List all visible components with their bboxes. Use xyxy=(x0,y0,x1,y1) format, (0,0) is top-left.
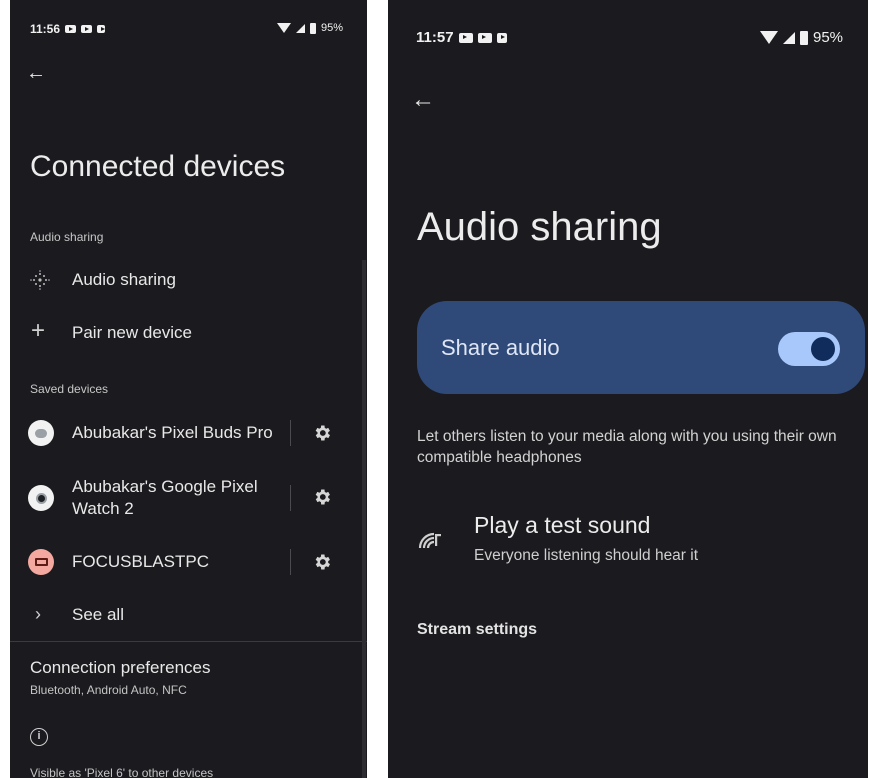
scrollbar[interactable] xyxy=(362,260,366,778)
see-all-item[interactable]: › See all xyxy=(10,595,362,635)
divider xyxy=(290,485,291,511)
laptop-icon xyxy=(28,549,54,575)
cellular-icon xyxy=(783,31,795,44)
play-test-sound-item[interactable]: Play a test sound Everyone listening sho… xyxy=(388,508,868,572)
earbuds-icon xyxy=(28,420,54,446)
wifi-icon xyxy=(277,23,291,33)
visibility-text: Visible as 'Pixel 6' to other devices xyxy=(30,766,214,778)
status-time: 11:57 xyxy=(416,29,454,46)
connection-preferences-title: Connection preferences xyxy=(30,658,211,677)
section-header-saved: Saved devices xyxy=(30,382,109,396)
page-title: Connected devices xyxy=(30,150,286,183)
notification-icon xyxy=(496,32,507,43)
divider xyxy=(290,549,291,575)
status-bar: 11:57 xyxy=(416,29,507,46)
youtube-icon xyxy=(477,32,492,43)
status-time: 11:56 xyxy=(30,22,61,36)
back-arrow-icon[interactable]: ← xyxy=(26,62,46,85)
back-arrow-icon[interactable]: ← xyxy=(411,86,435,114)
share-audio-switch[interactable] xyxy=(778,332,840,366)
stream-settings-header: Stream settings xyxy=(417,621,538,638)
test-sound-title: Play a test sound xyxy=(474,512,651,538)
device-row[interactable]: Abubakar's Pixel Buds Pro xyxy=(10,412,362,454)
youtube-icon xyxy=(81,25,93,33)
device-name: FOCUSBLASTPC xyxy=(72,552,209,571)
info-icon: i xyxy=(30,728,48,746)
status-bar: 11:56 xyxy=(30,22,106,36)
audio-sharing-label: Audio sharing xyxy=(72,270,176,289)
watch-icon xyxy=(28,485,54,511)
battery-percent: 95% xyxy=(813,29,844,46)
status-right: 95% xyxy=(760,29,843,46)
youtube-icon xyxy=(458,32,473,43)
share-audio-toggle-row[interactable]: Share audio xyxy=(417,301,865,394)
device-name-line2: Watch 2 xyxy=(72,499,134,518)
test-sound-subtitle: Everyone listening should hear it xyxy=(474,547,699,564)
connection-preferences-subtitle: Bluetooth, Android Auto, NFC xyxy=(30,683,187,697)
broadcast-icon xyxy=(30,270,50,290)
pair-new-device-label: Pair new device xyxy=(72,323,193,342)
battery-percent: 95% xyxy=(321,22,344,34)
youtube-icon xyxy=(65,25,77,33)
connection-preferences-item[interactable]: Connection preferences Bluetooth, Androi… xyxy=(10,650,362,702)
chevron-right-icon: › xyxy=(35,604,41,624)
audio-sharing-description: Let others listen to your media along wi… xyxy=(417,428,837,466)
audio-sharing-screen: 11:57 95% ← Audio sharing Share audio Le… xyxy=(388,0,868,778)
wifi-icon xyxy=(760,31,778,44)
audio-sharing-item[interactable]: Audio sharing xyxy=(10,260,362,300)
section-header-audio: Audio sharing xyxy=(30,230,104,244)
page-title: Audio sharing xyxy=(417,205,662,249)
sound-wave-icon xyxy=(418,532,441,549)
gear-icon[interactable] xyxy=(312,423,332,443)
switch-knob xyxy=(811,337,835,361)
status-right: 95% xyxy=(277,22,343,34)
share-audio-label: Share audio xyxy=(441,335,560,360)
cellular-icon xyxy=(296,23,305,33)
device-name: Abubakar's Pixel Buds Pro xyxy=(72,423,273,442)
pair-new-device-item[interactable]: + Pair new device xyxy=(10,313,362,353)
plus-icon: + xyxy=(31,317,46,344)
divider xyxy=(290,420,291,446)
gear-icon[interactable] xyxy=(312,487,332,507)
gear-icon[interactable] xyxy=(312,552,332,572)
connected-devices-screen: 11:56 95% ← Connected devices Audio shar… xyxy=(10,0,367,778)
battery-icon xyxy=(310,22,316,34)
see-all-label: See all xyxy=(72,605,124,624)
device-row[interactable]: Abubakar's Google Pixel Watch 2 xyxy=(10,472,362,524)
battery-icon xyxy=(800,30,808,45)
notification-icon xyxy=(97,25,106,33)
divider xyxy=(10,641,367,642)
device-name-line1: Abubakar's Google Pixel xyxy=(72,477,258,496)
device-row[interactable]: FOCUSBLASTPC xyxy=(10,541,362,583)
